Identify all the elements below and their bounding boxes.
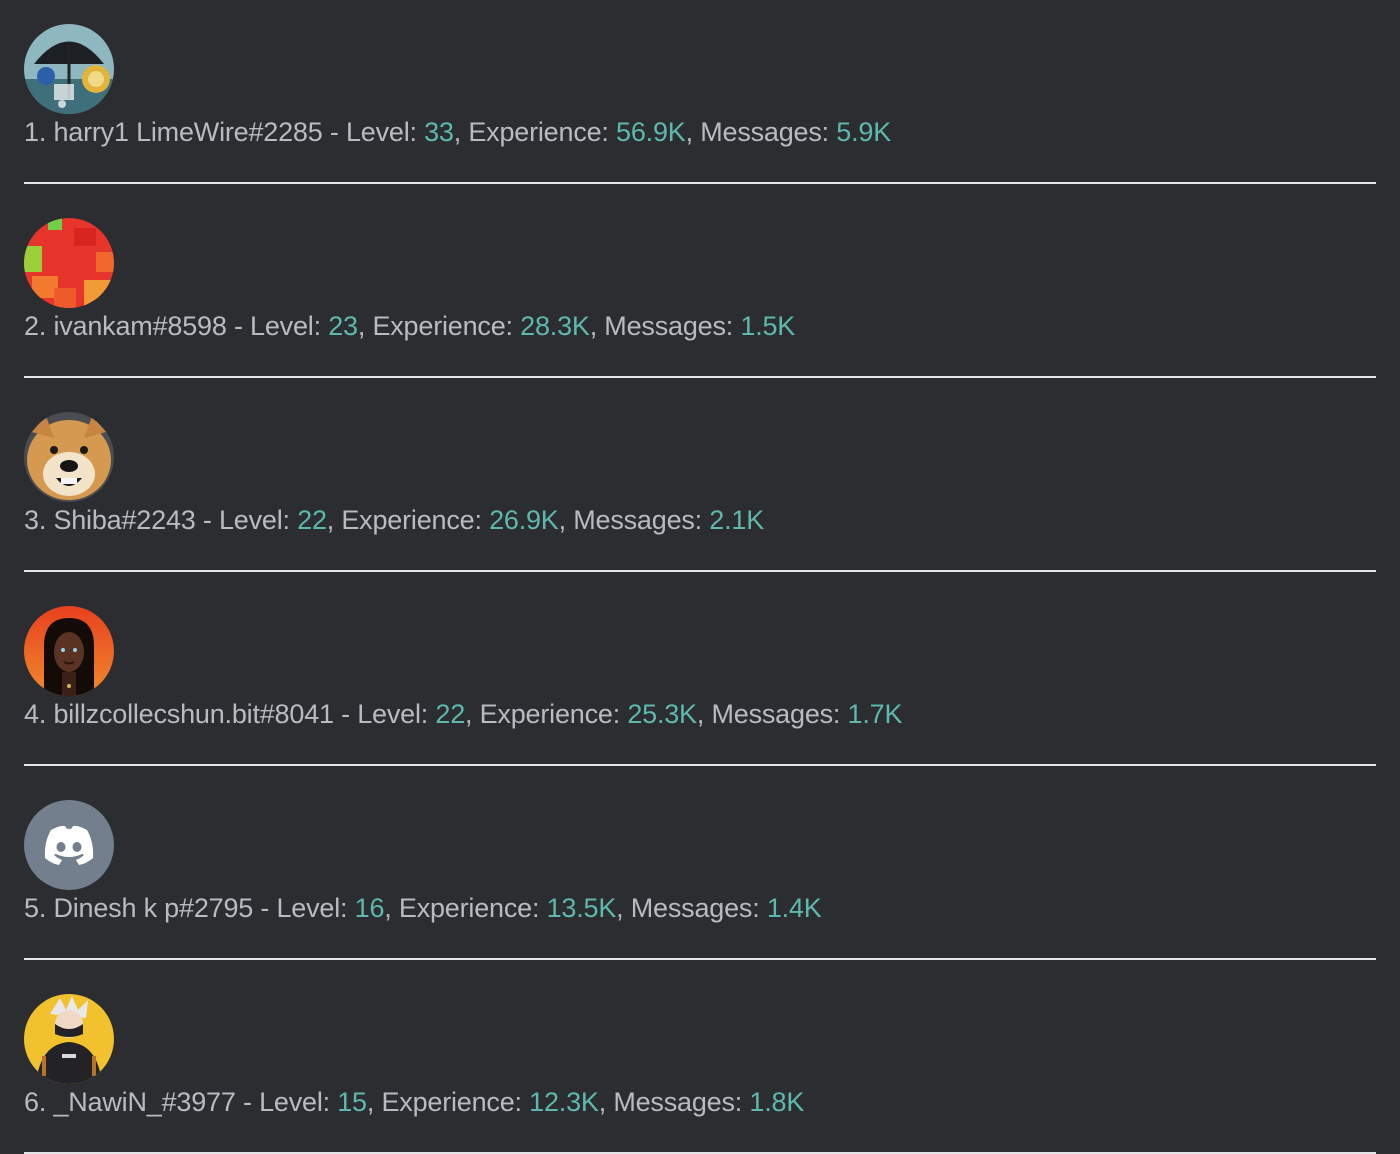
anime-character-avatar[interactable] xyxy=(24,994,114,1084)
entry-stats: 2. ivankam#8598 - Level: 23, Experience:… xyxy=(24,309,795,343)
shiba-dog-avatar[interactable] xyxy=(24,412,114,502)
divider xyxy=(24,570,1376,572)
username: billzcollecshun.bit#8041 xyxy=(53,699,334,729)
level-value: 15 xyxy=(337,1087,367,1117)
level-value: 22 xyxy=(297,505,327,535)
experience-label: , Experience: xyxy=(453,117,617,147)
leaderboard-entry: 4. billzcollecshun.bit#8041 - Level: 22,… xyxy=(24,606,1376,800)
discord-default-avatar[interactable] xyxy=(24,800,114,890)
experience-value: 26.9K xyxy=(489,505,559,535)
red-pixel-avatar[interactable] xyxy=(24,218,114,308)
leaderboard-entry: 3. Shiba#2243 - Level: 22, Experience: 2… xyxy=(24,412,1376,606)
divider xyxy=(24,182,1376,184)
experience-value: 56.9K xyxy=(616,117,686,147)
rank-number: 1. xyxy=(24,117,47,147)
entry-stats: 4. billzcollecshun.bit#8041 - Level: 22,… xyxy=(24,697,902,731)
entry-stats: 1. harry1 LimeWire#2285 - Level: 33, Exp… xyxy=(24,115,891,149)
leaderboard-entry: 6. _NawiN_#3977 - Level: 15, Experience:… xyxy=(24,994,1376,1154)
experience-value: 12.3K xyxy=(529,1087,599,1117)
messages-value: 1.4K xyxy=(766,893,822,923)
entry-stats: 3. Shiba#2243 - Level: 22, Experience: 2… xyxy=(24,503,764,537)
messages-label: , Messages: xyxy=(598,1087,750,1117)
username: ivankam#8598 xyxy=(53,311,227,341)
messages-label: , Messages: xyxy=(558,505,710,535)
experience-value: 25.3K xyxy=(627,699,697,729)
entry-stats: 5. Dinesh k p#2795 - Level: 16, Experien… xyxy=(24,891,822,925)
messages-label: , Messages: xyxy=(696,699,848,729)
level-value: 16 xyxy=(354,893,385,923)
level-value: 23 xyxy=(328,311,358,341)
level-label: - Level: xyxy=(226,311,329,341)
level-value: 33 xyxy=(424,117,454,147)
experience-label: , Experience: xyxy=(366,1087,530,1117)
username: Dinesh k p#2795 xyxy=(53,893,254,923)
messages-value: 1.5K xyxy=(740,311,796,341)
experience-value: 13.5K xyxy=(546,893,617,923)
experience-label: , Experience: xyxy=(357,311,521,341)
portrait-avatar[interactable] xyxy=(24,606,114,696)
level-label: - Level: xyxy=(253,893,355,923)
divider xyxy=(24,764,1376,766)
leaderboard-entry: 1. harry1 LimeWire#2285 - Level: 33, Exp… xyxy=(24,24,1376,218)
messages-label: , Messages: xyxy=(685,117,837,147)
level-label: - Level: xyxy=(333,699,436,729)
entry-stats: 6. _NawiN_#3977 - Level: 15, Experience:… xyxy=(24,1085,804,1119)
rank-number: 2. xyxy=(24,311,47,341)
level-label: - Level: xyxy=(322,117,425,147)
experience-label: , Experience: xyxy=(384,893,547,923)
messages-value: 5.9K xyxy=(836,117,892,147)
leaderboard-entry: 5. Dinesh k p#2795 - Level: 16, Experien… xyxy=(24,800,1376,994)
messages-value: 1.8K xyxy=(749,1087,805,1117)
rank-number: 3. xyxy=(24,505,47,535)
username: _NawiN_#3977 xyxy=(53,1087,236,1117)
username: harry1 LimeWire#2285 xyxy=(53,117,323,147)
experience-value: 28.3K xyxy=(520,311,590,341)
leaderboard: 1. harry1 LimeWire#2285 - Level: 33, Exp… xyxy=(0,0,1400,1154)
messages-value: 1.7K xyxy=(847,699,903,729)
experience-label: , Experience: xyxy=(326,505,490,535)
divider xyxy=(24,376,1376,378)
level-label: - Level: xyxy=(235,1087,338,1117)
rank-number: 6. xyxy=(24,1087,47,1117)
leaderboard-entry: 2. ivankam#8598 - Level: 23, Experience:… xyxy=(24,218,1376,412)
username: Shiba#2243 xyxy=(53,505,196,535)
experience-label: , Experience: xyxy=(465,699,628,729)
umbrella-art-avatar[interactable] xyxy=(24,24,114,114)
rank-number: 4. xyxy=(24,699,47,729)
level-label: - Level: xyxy=(195,505,298,535)
divider xyxy=(24,958,1376,960)
messages-value: 2.1K xyxy=(709,505,765,535)
messages-label: , Messages: xyxy=(616,893,767,923)
messages-label: , Messages: xyxy=(589,311,741,341)
rank-number: 5. xyxy=(24,893,47,923)
level-value: 22 xyxy=(435,699,466,729)
